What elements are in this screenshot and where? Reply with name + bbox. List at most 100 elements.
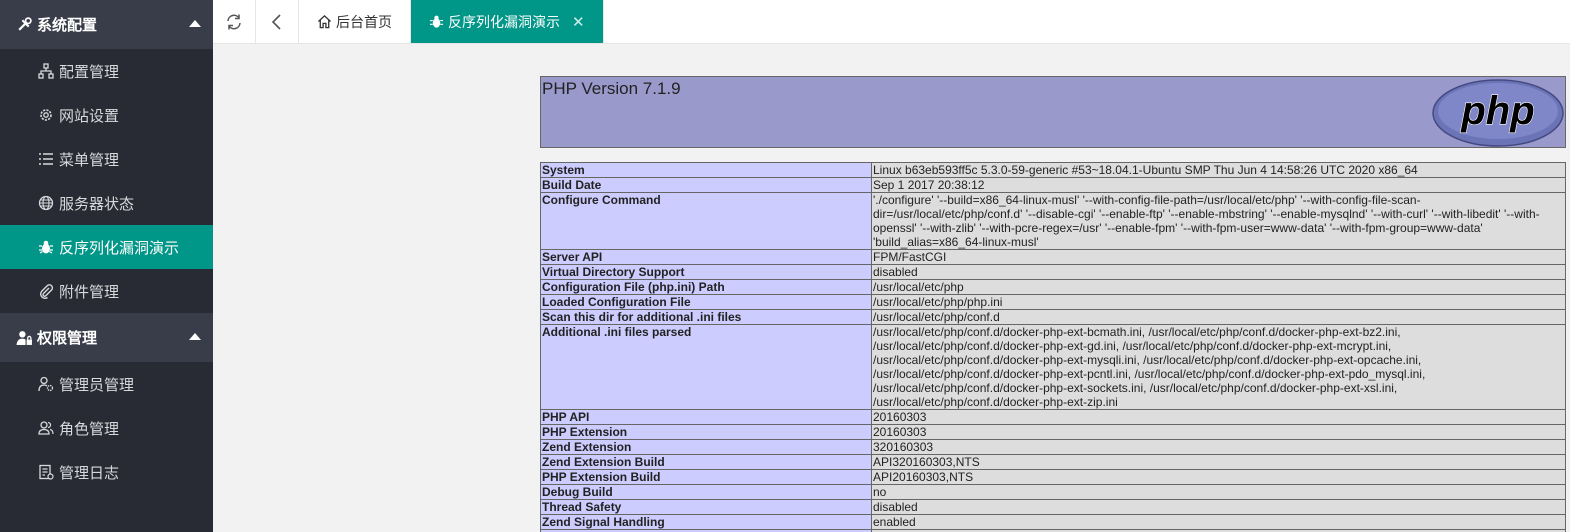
directive-name: PHP Extension (540, 424, 872, 440)
table-row: Debug Build no (540, 484, 1566, 500)
directive-name: Additional .ini files parsed (540, 324, 872, 410)
bug-icon (39, 240, 53, 254)
tab-home[interactable]: 后台首页 (299, 0, 411, 43)
list-icon (39, 153, 53, 165)
table-row: Scan this dir for additional .ini files /… (540, 309, 1566, 325)
sidebar-group-permissions[interactable]: 权限管理 (0, 313, 213, 362)
directive-value: /usr/local/etc/php (871, 279, 1566, 295)
table-row: Zend Extension Build API320160303,NTS (540, 454, 1566, 470)
directive-value: enabled (871, 514, 1566, 530)
table-row: PHP API 20160303 (540, 409, 1566, 425)
phpinfo-page: PHP Version 7.1.9 php System Linux b63eb5… (540, 76, 1570, 532)
tab-scroll-left-button[interactable] (256, 0, 299, 44)
sidebar-item-attachments[interactable]: 附件管理 (0, 269, 213, 313)
sidebar-item-label: 角色管理 (59, 419, 120, 438)
directive-name: PHP API (540, 409, 872, 425)
directive-name: Zend Extension Build (540, 454, 872, 470)
directive-name: Virtual Directory Support (540, 264, 872, 280)
table-row: PHP Extension Build API20160303,NTS (540, 469, 1566, 485)
sitemap-icon (38, 63, 54, 79)
refresh-icon (227, 14, 241, 30)
directive-value: 320160303 (871, 439, 1566, 455)
gear-icon (40, 109, 52, 121)
sidebar-item-label: 网站设置 (59, 106, 120, 125)
tab-label: 反序列化漏洞演示 (448, 14, 560, 31)
sidebar-group-label: 系统配置 (37, 16, 98, 34)
directive-name: Build Date (540, 177, 872, 193)
php-logo[interactable]: php (1431, 78, 1565, 148)
tools-icon (18, 17, 32, 31)
sidebar: 系统配置 配置管理 网站设置 菜单管理 服务器状态 反序列化漏洞演示 附件管理 … (0, 0, 213, 532)
directive-name: PHP Extension Build (540, 469, 872, 485)
sidebar-item-roles[interactable]: 角色管理 (0, 406, 213, 450)
content-area: PHP Version 7.1.9 php System Linux b63eb5… (213, 44, 1570, 532)
sidebar-item-unserialize-demo[interactable]: 反序列化漏洞演示 (0, 225, 213, 269)
sidebar-item-site-settings[interactable]: 网站设置 (0, 93, 213, 137)
sidebar-group-label: 权限管理 (37, 329, 98, 347)
directive-name: Zend Signal Handling (540, 514, 872, 530)
sidebar-item-config[interactable]: 配置管理 (0, 49, 213, 93)
table-row: Virtual Directory Support disabled (540, 264, 1566, 280)
sidebar-item-label: 管理员管理 (59, 375, 135, 394)
directive-name: Scan this dir for additional .ini files (540, 309, 872, 325)
table-row: Server API FPM/FastCGI (540, 249, 1566, 265)
phpinfo-header: PHP Version 7.1.9 php (540, 76, 1566, 148)
table-row: Build Date Sep 1 2017 20:38:12 (540, 177, 1566, 193)
globe-icon (38, 195, 54, 211)
directive-name: Zend Extension (540, 439, 872, 455)
directive-name: Thread Safety (540, 499, 872, 515)
table-row: Thread Safety disabled (540, 499, 1566, 515)
directive-name: Configuration File (php.ini) Path (540, 279, 872, 295)
php-logo-text: php (1460, 89, 1534, 133)
sidebar-item-label: 菜单管理 (59, 150, 120, 169)
home-icon (317, 14, 332, 29)
table-row: Configure Command './configure' '--build=… (540, 192, 1566, 250)
top-tab-bar: 后台首页 反序列化漏洞演示 ✕ (213, 0, 1570, 44)
sidebar-group-system-config[interactable]: 系统配置 (0, 0, 213, 49)
sidebar-item-admins[interactable]: 管理员管理 (0, 362, 213, 406)
table-row: Configuration File (php.ini) Path/usr/lo… (540, 279, 1566, 295)
paperclip-icon (40, 284, 54, 299)
directive-value: API320160303,NTS (871, 454, 1566, 470)
table-row: Loaded Configuration File/usr/local/etc/… (540, 294, 1566, 310)
table-row: PHP Extension 20160303 (540, 424, 1566, 440)
directive-name: Debug Build (540, 484, 872, 500)
user-lock-icon (16, 331, 32, 345)
directive-value: API20160303,NTS (871, 469, 1566, 485)
directive-name: System (540, 162, 872, 178)
directive-value: /usr/local/etc/php/php.ini (871, 294, 1566, 310)
php-version-title: PHP Version 7.1.9 (542, 79, 681, 98)
chevron-left-icon (271, 14, 281, 30)
table-row: Zend Signal Handling enabled (540, 514, 1566, 530)
directive-name: Server API (540, 249, 872, 265)
sidebar-item-server-status[interactable]: 服务器状态 (0, 181, 213, 225)
user-gear-icon (38, 376, 54, 392)
directive-value: Sep 1 2017 20:38:12 (871, 177, 1566, 193)
directive-value: /usr/local/etc/php/conf.d/docker-php-ext… (871, 324, 1566, 410)
directive-name: Configure Command (540, 192, 872, 250)
bug-icon (429, 15, 444, 28)
tab-unserialize-demo[interactable]: 反序列化漏洞演示 ✕ (411, 0, 604, 43)
directive-value: no (871, 484, 1566, 500)
sidebar-item-menu[interactable]: 菜单管理 (0, 137, 213, 181)
directive-value: './configure' '--build=x86_64-linux-musl… (871, 192, 1566, 250)
log-icon (39, 464, 54, 480)
table-row: System Linux b63eb593ff5c 5.3.0-59-generi… (540, 162, 1566, 178)
directive-value: /usr/local/etc/php/conf.d (871, 309, 1566, 325)
directive-value: 20160303 (871, 409, 1566, 425)
caret-up-icon (189, 20, 201, 27)
directive-value: disabled (871, 264, 1566, 280)
directive-value: 20160303 (871, 424, 1566, 440)
directive-value: FPM/FastCGI (871, 249, 1566, 265)
refresh-button[interactable] (213, 0, 256, 44)
table-row: Additional .ini files parsed/usr/local/e… (540, 324, 1566, 410)
users-icon (38, 421, 54, 435)
sidebar-item-label: 管理日志 (59, 463, 120, 482)
sidebar-item-label: 附件管理 (59, 282, 120, 301)
directive-value: disabled (871, 499, 1566, 515)
directive-value: Linux b63eb593ff5c 5.3.0-59-generic #53~… (871, 162, 1566, 178)
table-row: Zend Extension 320160303 (540, 439, 1566, 455)
close-icon[interactable]: ✕ (572, 13, 585, 31)
caret-up-icon (189, 333, 201, 340)
sidebar-item-logs[interactable]: 管理日志 (0, 450, 213, 494)
